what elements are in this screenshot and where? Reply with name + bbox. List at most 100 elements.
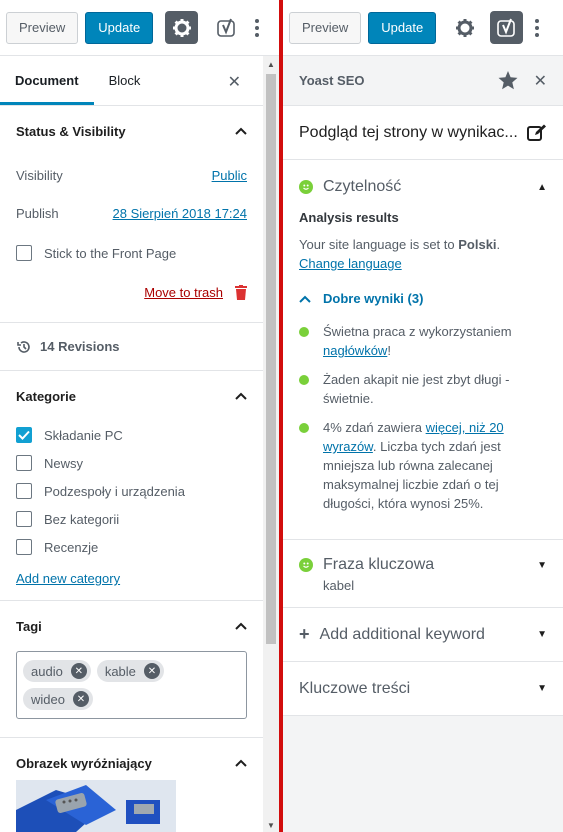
scroll-up-icon[interactable]: ▲ [267, 60, 275, 69]
right-toolbar: Preview Update [283, 0, 563, 56]
update-button[interactable]: Update [85, 11, 154, 44]
tag-chip: wideo ✕ [23, 688, 93, 710]
remove-tag-icon[interactable]: ✕ [72, 691, 89, 707]
result-text-pre: Świetna praca z wykorzystaniem [323, 324, 512, 339]
result-text: 4% zdań zawiera więcej, niż 20 wyrazów. … [323, 418, 547, 513]
status-visibility-title: Status & Visibility [16, 123, 126, 139]
remove-tag-icon[interactable]: ✕ [70, 663, 87, 679]
good-results-toggle[interactable]: Dobre wyniki (3) [299, 291, 547, 306]
publish-date-link[interactable]: 28 Sierpień 2018 17:24 [113, 206, 247, 221]
cornerstone-label: Kluczowe treści [299, 679, 411, 697]
result-link[interactable]: nagłówków [323, 343, 387, 358]
caret-down-icon: ▼ [537, 629, 547, 640]
language-separator: . [496, 237, 501, 252]
smiley-good-icon [299, 180, 313, 194]
categories-title: Kategorie [16, 388, 76, 404]
readability-title: Czytelność [323, 178, 402, 195]
keyphrase-value: kabel [323, 578, 355, 593]
sidebar-scrollbar[interactable]: ▲ ▼ [263, 56, 279, 832]
close-panel-icon[interactable]: ✕ [534, 71, 547, 91]
language-label: language [348, 256, 402, 271]
category-label: Recenzje [44, 539, 99, 555]
update-button[interactable]: Update [368, 11, 437, 44]
edit-icon[interactable] [527, 124, 547, 142]
tags-header[interactable]: Tagi [16, 601, 247, 651]
trash-row: Move to trash [16, 274, 247, 310]
status-visibility-header[interactable]: Status & Visibility [16, 106, 247, 156]
stick-front-page-checkbox[interactable] [16, 245, 32, 261]
right-pane: Preview Update Yoast SEO ✕ Podgląd tej s… [283, 0, 563, 832]
close-sidebar-icon[interactable]: ✕ [228, 72, 241, 92]
category-checkbox[interactable] [16, 511, 32, 527]
categories-panel: Kategorie Składanie PC Newsy Podzespoły … [0, 371, 263, 601]
good-bullet-icon [299, 327, 309, 337]
result-text: Żaden akapit nie jest zbyt długi - świet… [323, 372, 510, 406]
category-checkbox[interactable] [16, 539, 32, 555]
add-new-category-link[interactable]: Add new category [16, 571, 120, 586]
analysis-results-heading: Analysis results [299, 210, 399, 225]
category-checkbox[interactable] [16, 455, 32, 471]
tag-chip: audio ✕ [23, 660, 91, 682]
category-item: Podzespoły i urządzenia [16, 477, 247, 505]
settings-gear-icon[interactable] [448, 11, 481, 44]
smiley-good-icon [299, 558, 313, 572]
chevron-up-icon [299, 295, 311, 303]
categories-header[interactable]: Kategorie [16, 371, 247, 421]
publish-label: Publish [16, 205, 59, 221]
featured-image-thumbnail[interactable] [16, 780, 176, 832]
change-language-link[interactable]: Change language [299, 256, 402, 271]
tab-document[interactable]: Document [0, 56, 94, 105]
add-keyword-label: Add additional keyword [319, 625, 485, 643]
move-to-trash-link[interactable]: Move to trash [144, 285, 223, 300]
editor-screenshot: Preview Update ▲ ▼ Document Block ✕ Stat… [0, 0, 563, 832]
revisions-label: 14 Revisions [40, 339, 120, 354]
remove-tag-icon[interactable]: ✕ [143, 663, 160, 679]
more-options-icon[interactable] [247, 11, 267, 44]
result-item: 4% zdań zawiera więcej, niż 20 wyrazów. … [299, 418, 547, 513]
good-bullet-icon [299, 375, 309, 385]
change-label: Change [299, 256, 345, 271]
caret-down-icon: ▼ [537, 683, 547, 694]
language-value: Polski [458, 237, 497, 252]
category-label: Bez kategorii [44, 511, 120, 527]
publish-row: Publish 28 Sierpień 2018 17:24 [16, 194, 247, 232]
result-text: Świetna praca z wykorzystaniem nagłówków… [323, 322, 547, 360]
good-bullet-icon [299, 423, 309, 433]
chevron-up-icon [235, 127, 247, 135]
revisions-panel[interactable]: 14 Revisions [0, 323, 263, 371]
star-icon[interactable] [498, 71, 518, 90]
category-checkbox[interactable] [16, 427, 32, 443]
caret-down-icon: ▼ [537, 559, 547, 571]
preview-button[interactable]: Preview [289, 11, 362, 44]
yoast-icon[interactable] [490, 11, 524, 44]
chevron-up-icon [235, 622, 247, 630]
add-keyword-row[interactable]: + Add additional keyword ▼ [283, 608, 563, 662]
chevron-up-icon [235, 759, 247, 767]
result-item: Świetna praca z wykorzystaniem nagłówków… [299, 322, 547, 360]
category-item: Bez kategorii [16, 505, 247, 533]
tags-input[interactable]: audio ✕ kable ✕ wideo ✕ [16, 651, 247, 719]
preview-button[interactable]: Preview [6, 11, 79, 44]
visibility-label: Visibility [16, 167, 63, 183]
tab-block[interactable]: Block [94, 56, 156, 105]
status-visibility-panel: Status & Visibility Visibility Public Pu… [0, 106, 263, 323]
trash-icon[interactable] [235, 284, 247, 300]
category-checkbox[interactable] [16, 483, 32, 499]
more-options-icon[interactable] [527, 11, 547, 44]
settings-gear-icon[interactable] [165, 11, 199, 44]
result-text-pre: 4% zdań zawiera [323, 420, 426, 435]
yoast-icon[interactable] [210, 11, 243, 44]
yoast-panel-body: Podgląd tej strony w wynikac... Czytelno… [283, 106, 563, 716]
result-item: Żaden akapit nie jest zbyt długi - świet… [299, 370, 547, 408]
scroll-down-icon[interactable]: ▼ [267, 821, 275, 830]
cornerstone-row[interactable]: Kluczowe treści ▼ [283, 662, 563, 716]
keyphrase-title: Fraza kluczowa [323, 556, 435, 573]
scroll-thumb[interactable] [266, 74, 276, 644]
snippet-preview-row[interactable]: Podgląd tej strony w wynikac... [283, 106, 563, 160]
result-text-post: ! [387, 343, 391, 358]
keyphrase-panel[interactable]: Fraza kluczowa ▼ kabel [283, 540, 563, 608]
tag-chip: kable ✕ [96, 660, 164, 682]
featured-image-title: Obrazek wyróżniający [16, 755, 152, 771]
visibility-link[interactable]: Public [212, 168, 247, 183]
readability-header[interactable]: Czytelność ▲ [299, 178, 547, 196]
